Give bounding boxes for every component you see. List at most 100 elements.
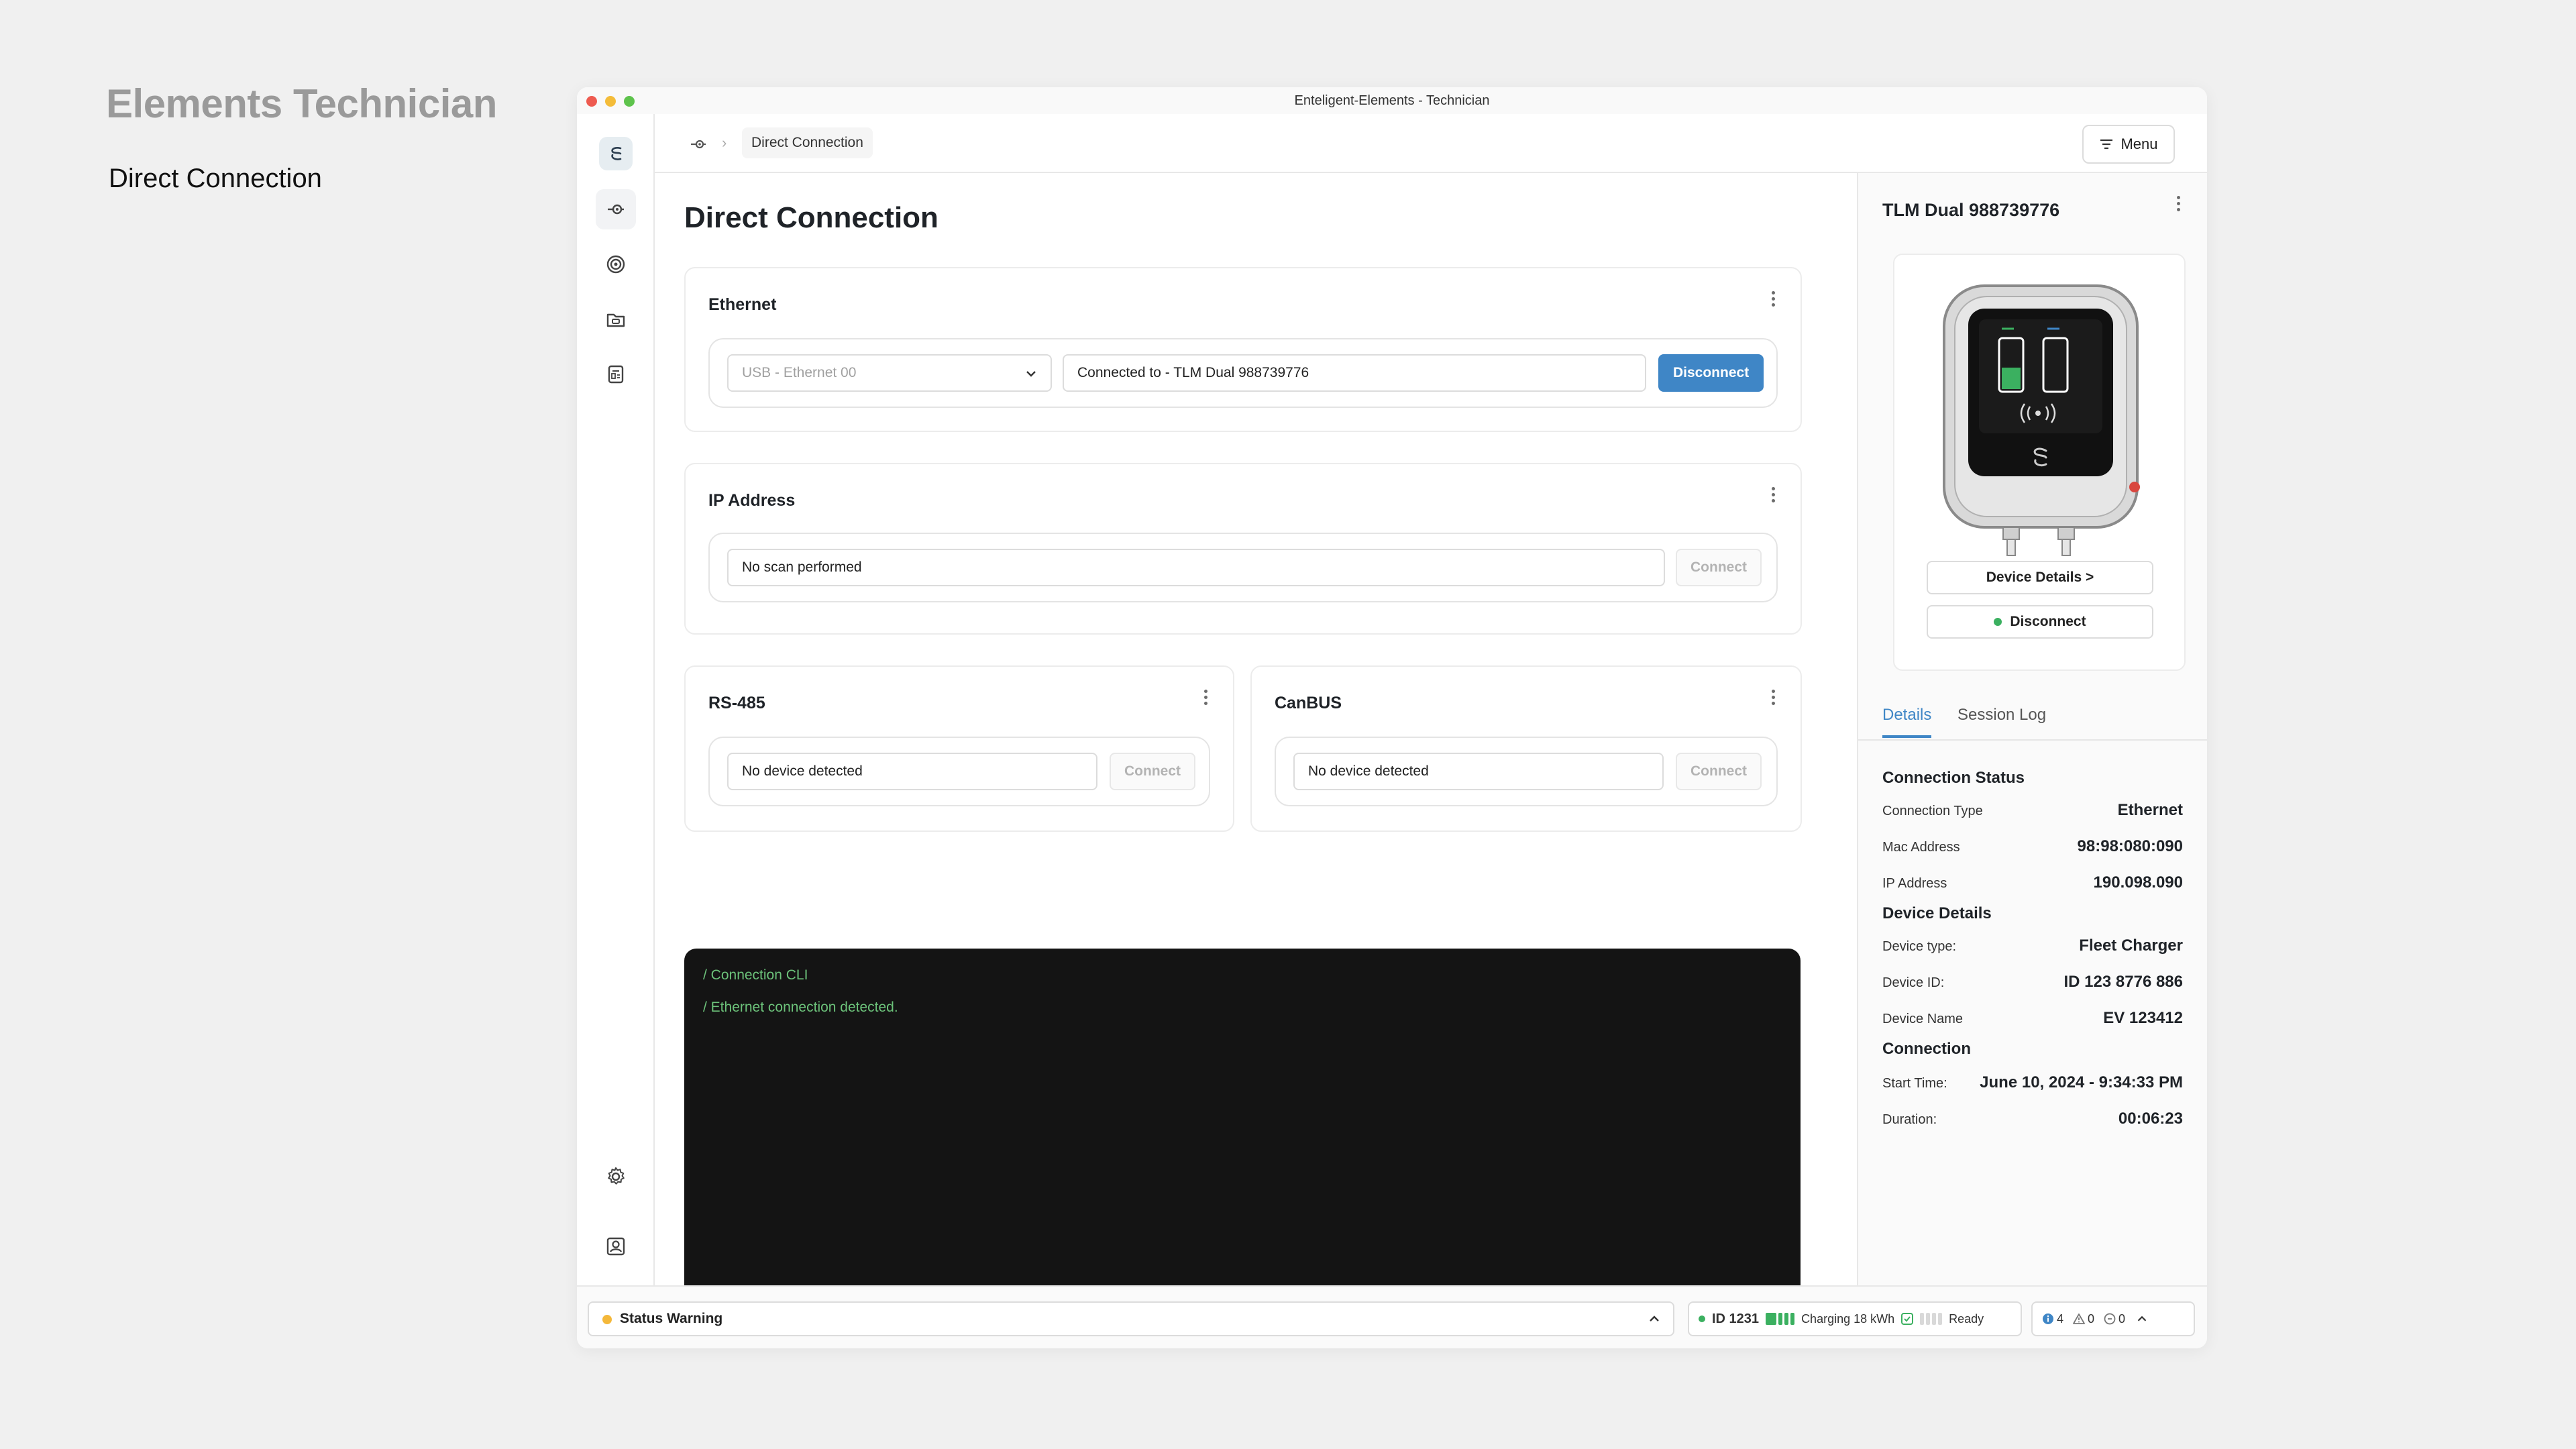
app-logo[interactable] xyxy=(599,137,633,170)
window-title: Enteligent-Elements - Technician xyxy=(1294,93,1490,108)
device-details-button[interactable]: Device Details > xyxy=(1927,561,2153,594)
breadcrumb-separator: › xyxy=(722,134,727,151)
error-count: 0 xyxy=(2118,1311,2126,1326)
ip-address-controls: No scan performed Connect xyxy=(708,533,1778,602)
connection-status-title: Connection Status xyxy=(1882,769,2025,787)
canbus-status-field: No device detected xyxy=(1293,753,1664,790)
ip-address-more-icon[interactable] xyxy=(1770,484,1776,508)
rs485-controls: No device detected Connect xyxy=(708,737,1210,806)
detail-value: Fleet Charger xyxy=(2079,936,2183,955)
gear-icon xyxy=(608,1167,625,1185)
detail-value: EV 123412 xyxy=(2103,1009,2183,1027)
device-more-icon[interactable] xyxy=(2175,193,2182,217)
elements-logo-icon xyxy=(611,147,622,160)
ethernet-controls: USB - Ethernet 00 Connected to - TLM Dua… xyxy=(708,338,1778,408)
nav-files[interactable] xyxy=(596,299,636,339)
ethernet-interface-select[interactable]: USB - Ethernet 00 xyxy=(727,354,1052,392)
nav-direct-connection[interactable] xyxy=(596,189,636,229)
folder-icon xyxy=(606,313,625,327)
menu-button[interactable]: Menu xyxy=(2082,125,2175,164)
detail-label: Mac Address xyxy=(1882,840,1960,855)
nav-profile[interactable] xyxy=(596,1226,636,1267)
charger-device-image xyxy=(1943,284,2140,556)
main-content: Direct Connection Ethernet USB - Etherne… xyxy=(655,173,1857,1340)
warning-triangle-icon xyxy=(2073,1313,2085,1324)
ethernet-card: Ethernet USB - Ethernet 00 Connected to … xyxy=(684,267,1802,432)
side-tabs: Details Session Log xyxy=(1858,696,2207,741)
battery-level-icon xyxy=(1766,1313,1795,1325)
menu-label: Menu xyxy=(2121,136,2158,152)
detail-value: 190.098.090 xyxy=(2093,873,2183,892)
rs485-status-field: No device detected xyxy=(727,753,1097,790)
warning-count: 0 xyxy=(2088,1311,2095,1326)
tab-session-log[interactable]: Session Log xyxy=(1957,706,2046,735)
notification-counters[interactable]: 4 0 0 xyxy=(2031,1301,2195,1336)
side-disconnect-button[interactable]: Disconnect xyxy=(1927,605,2153,639)
detail-label: IP Address xyxy=(1882,876,1947,891)
top-bar: › Direct Connection Menu xyxy=(655,114,2207,173)
nav-reports[interactable] xyxy=(596,354,636,394)
canbus-connect-button[interactable]: Connect xyxy=(1676,753,1762,790)
ethernet-status-field: Connected to - TLM Dual 988739776 xyxy=(1063,354,1646,392)
maximize-window-button[interactable] xyxy=(624,96,635,107)
side-disconnect-label: Disconnect xyxy=(2010,614,2086,629)
device-name: TLM Dual 988739776 xyxy=(1882,200,2060,220)
titlebar: Enteligent-Elements - Technician xyxy=(577,87,2207,114)
info-counter[interactable]: 4 xyxy=(2042,1312,2063,1326)
warning-counter[interactable]: 0 xyxy=(2073,1312,2094,1326)
rs485-title: RS-485 xyxy=(708,694,765,712)
chevron-down-icon xyxy=(1026,371,1036,377)
window-controls xyxy=(586,96,635,107)
rs485-more-icon[interactable] xyxy=(1202,687,1209,711)
page-heading: Elements Technician xyxy=(106,81,497,126)
rs485-connect-button[interactable]: Connect xyxy=(1110,753,1195,790)
status-device-id: ID 1231 xyxy=(1712,1311,1760,1326)
chevron-up-icon[interactable] xyxy=(1646,1311,1662,1327)
status-warning-panel[interactable]: Status Warning xyxy=(588,1301,1674,1336)
ip-address-status-field: No scan performed xyxy=(727,549,1665,586)
target-icon xyxy=(606,255,625,274)
cli-line: / Connection CLI xyxy=(703,967,808,983)
ready-level-icon xyxy=(1920,1313,1943,1325)
tab-details[interactable]: Details xyxy=(1882,706,1932,738)
info-count: 4 xyxy=(2057,1311,2064,1326)
connection-cli[interactable]: / Connection CLI / Ethernet connection d… xyxy=(684,949,1801,1340)
ethernet-more-icon[interactable] xyxy=(1770,288,1776,313)
canbus-controls: No device detected Connect xyxy=(1275,737,1778,806)
cli-line: / Ethernet connection detected. xyxy=(703,1000,898,1015)
status-bar: Status Warning ID 1231 Charging 18 kWh R… xyxy=(577,1285,2207,1348)
main-title: Direct Connection xyxy=(684,201,938,234)
ip-address-title: IP Address xyxy=(708,491,796,510)
canbus-card: CanBUS No device detected Connect xyxy=(1250,665,1802,832)
device-side-panel: TLM Dual 988739776 Device Details > Disc… xyxy=(1857,173,2207,1285)
ip-address-card: IP Address No scan performed Connect xyxy=(684,463,1802,635)
user-profile-icon xyxy=(606,1237,625,1256)
breadcrumb-current[interactable]: Direct Connection xyxy=(742,127,873,158)
nav-settings[interactable] xyxy=(596,1157,636,1197)
plug-connection-icon[interactable] xyxy=(688,134,708,154)
error-icon xyxy=(2104,1313,2116,1325)
detail-value: 00:06:23 xyxy=(2118,1110,2183,1128)
ethernet-disconnect-button[interactable]: Disconnect xyxy=(1658,354,1764,392)
close-window-button[interactable] xyxy=(586,96,597,107)
detail-label: Connection Type xyxy=(1882,804,1983,818)
device-status-summary[interactable]: ID 1231 Charging 18 kWh Ready xyxy=(1688,1301,2022,1336)
detail-label: Duration: xyxy=(1882,1112,1937,1127)
warning-dot xyxy=(602,1315,612,1324)
canbus-more-icon[interactable] xyxy=(1770,687,1776,711)
detail-value: Ethernet xyxy=(2117,801,2183,819)
canbus-title: CanBUS xyxy=(1275,694,1342,712)
status-warning-text: Status Warning xyxy=(620,1311,723,1326)
ip-connect-button[interactable]: Connect xyxy=(1676,549,1762,586)
detail-label: Device Name xyxy=(1882,1012,1964,1026)
plug-connection-icon xyxy=(608,204,624,215)
minimize-window-button[interactable] xyxy=(605,96,616,107)
ready-check-icon xyxy=(1901,1313,1914,1325)
chevron-up-icon[interactable] xyxy=(2135,1311,2149,1326)
rs485-card: RS-485 No device detected Connect xyxy=(684,665,1234,832)
connection-title: Connection xyxy=(1882,1040,1971,1058)
error-counter[interactable]: 0 xyxy=(2104,1312,2125,1326)
app-window: Enteligent-Elements - Technician › Direc… xyxy=(577,87,2207,1348)
page-subheading: Direct Connection xyxy=(109,164,322,193)
nav-target[interactable] xyxy=(596,244,636,284)
